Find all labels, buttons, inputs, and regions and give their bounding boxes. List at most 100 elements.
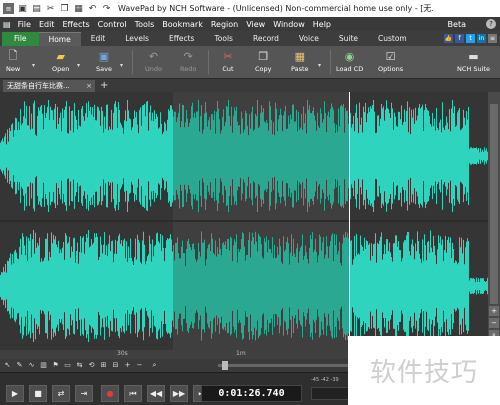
save-icon[interactable]: ▤ — [31, 3, 42, 14]
menu-bar: ▤ File Edit Effects Control Tools Bookma… — [0, 17, 500, 31]
undo-button[interactable]: ↶ Undo — [145, 46, 162, 78]
tab-file[interactable]: File — [2, 32, 39, 46]
horizontal-scroll-slider[interactable] — [218, 361, 348, 370]
tab-levels[interactable]: Levels — [115, 32, 159, 46]
select-tool-icon[interactable]: ↖ — [3, 361, 12, 370]
menu-item-app[interactable]: ▤ — [0, 20, 14, 29]
paste-button[interactable]: ▦ Paste — [291, 46, 309, 78]
play-to-end-icon: ⇥ — [80, 389, 88, 398]
record-button[interactable]: ● — [101, 385, 119, 402]
tab-edit[interactable]: Edit — [81, 32, 116, 46]
level-meter-scale: -45 -42 -39 — [311, 377, 339, 383]
vertical-scrollbar[interactable]: + − ⌕ — [488, 92, 500, 350]
waveform-view[interactable] — [0, 92, 488, 350]
loop-button[interactable]: ⇄ — [52, 385, 70, 402]
toolbar-separator — [208, 50, 209, 74]
new-file-icon: 🗋 — [8, 48, 18, 62]
linkedin-icon[interactable]: in — [477, 34, 486, 43]
scissors-icon: ✂ — [223, 49, 233, 63]
pencil-tool-icon[interactable]: ✎ — [15, 361, 24, 370]
tab-tools[interactable]: Tools — [204, 32, 242, 46]
cut-icon[interactable]: ✂ — [45, 3, 56, 14]
magnifier-icon[interactable]: ⌕ — [150, 361, 159, 370]
paste-icon[interactable]: ▦ — [73, 3, 84, 14]
toolbar-separator — [330, 50, 331, 74]
time-display: 0:01:26.740 — [201, 385, 302, 402]
zoom-out-small-icon[interactable]: − — [135, 361, 144, 370]
new-dropdown-icon[interactable]: ▾ — [32, 62, 35, 69]
title-bar: ≡ ▣ ▤ ✂ ❐ ▦ ↶ ↷ WavePad by NCH Software … — [0, 0, 500, 17]
slider-knob[interactable] — [222, 361, 228, 370]
app-icon[interactable]: ≡ — [3, 3, 14, 14]
waveform-tool-icon[interactable]: ∿ — [27, 361, 36, 370]
tab-record[interactable]: Record — [243, 32, 289, 46]
menu-item-edit[interactable]: Edit — [35, 20, 59, 29]
save-dropdown-icon[interactable]: ▾ — [120, 62, 123, 69]
zoom-all-icon[interactable]: ⊟ — [111, 361, 120, 370]
clipboard-icon: ▦ — [294, 49, 305, 63]
zoom-in-icon[interactable]: + — [489, 306, 499, 316]
save-button[interactable]: ▣ Save — [96, 46, 112, 78]
tab-suite[interactable]: Suite — [329, 32, 368, 46]
play-button[interactable]: ▶ — [6, 385, 24, 402]
menu-item-effects[interactable]: Effects — [58, 20, 93, 29]
load-cd-button[interactable]: ◉ Load CD — [336, 46, 363, 78]
undo-icon[interactable]: ↶ — [87, 3, 98, 14]
waveform-canvas[interactable] — [0, 92, 488, 350]
rewind-icon: ◀◀ — [149, 389, 163, 398]
menu-item-bookmark[interactable]: Bookmark — [158, 20, 207, 29]
cut-button[interactable]: ✂ Cut — [221, 46, 235, 78]
nch-suite-button[interactable]: ▬ NCH Suite — [457, 46, 490, 78]
redo-icon[interactable]: ↷ — [101, 3, 112, 14]
add-tab-icon[interactable]: + — [100, 80, 108, 91]
scroll-thumb[interactable] — [490, 104, 498, 304]
fast-forward-button[interactable]: ▶▶ — [170, 385, 188, 402]
facebook-icon[interactable]: f — [455, 34, 464, 43]
copy-button[interactable]: ❐ Copy — [255, 46, 272, 78]
menu-item-tools[interactable]: Tools — [131, 20, 159, 29]
loop-tool-icon[interactable]: ⟲ — [87, 361, 96, 370]
close-tab-icon[interactable]: × — [86, 80, 92, 92]
menu-item-control[interactable]: Control — [94, 20, 131, 29]
rewind-button[interactable]: ◀◀ — [147, 385, 165, 402]
redo-button[interactable]: ↷ Redo — [180, 46, 196, 78]
zoom-in-small-icon[interactable]: + — [123, 361, 132, 370]
stop-icon: ■ — [34, 389, 42, 398]
tab-custom[interactable]: Custom — [368, 32, 417, 46]
nch-suite-icon: ▬ — [468, 49, 479, 63]
options-button[interactable]: ☑ Options — [378, 46, 403, 78]
document-tab[interactable]: 无甜条自行车比赛... × — [3, 79, 95, 92]
play-to-end-button[interactable]: ⇥ — [75, 385, 93, 402]
bookmark-tool-icon[interactable]: ⚑ — [51, 361, 60, 370]
go-to-start-button[interactable]: ⏮ — [124, 385, 142, 402]
open-button[interactable]: ▰ Open — [52, 46, 69, 78]
record-icon: ● — [106, 389, 114, 398]
split-tool-icon[interactable]: ⇆ — [75, 361, 84, 370]
options-checklist-icon: ☑ — [385, 49, 396, 63]
menu-item-file[interactable]: File — [14, 20, 35, 29]
tab-voice[interactable]: Voice — [289, 32, 329, 46]
like-icon[interactable]: 👍 — [444, 34, 453, 43]
beta-label: Beta — [447, 19, 466, 29]
help-icon[interactable]: ? — [486, 19, 496, 29]
menu-icon[interactable]: ≡ — [488, 34, 497, 43]
zoom-selection-icon[interactable]: ⊞ — [99, 361, 108, 370]
twitter-icon[interactable]: t — [466, 34, 475, 43]
timeline-label: 1m — [236, 350, 246, 357]
menu-item-window[interactable]: Window — [269, 20, 309, 29]
tab-effects[interactable]: Effects — [159, 32, 205, 46]
copy-icon[interactable]: ❐ — [59, 3, 70, 14]
spectrum-tool-icon[interactable]: ▥ — [39, 361, 48, 370]
window-title: WavePad by NCH Software - (Unlicensed) N… — [118, 4, 433, 13]
stop-button[interactable]: ■ — [29, 385, 47, 402]
open-dropdown-icon[interactable]: ▾ — [77, 62, 80, 69]
menu-item-region[interactable]: Region — [207, 20, 242, 29]
tab-home[interactable]: Home — [38, 32, 81, 46]
new-button[interactable]: 🗋 New — [6, 46, 20, 78]
paste-dropdown-icon[interactable]: ▾ — [318, 62, 321, 69]
menu-item-help[interactable]: Help — [309, 20, 335, 29]
region-tool-icon[interactable]: ▭ — [63, 361, 72, 370]
menu-item-view[interactable]: View — [242, 20, 269, 29]
zoom-out-icon[interactable]: − — [489, 318, 499, 328]
folder-icon[interactable]: ▣ — [17, 3, 28, 14]
